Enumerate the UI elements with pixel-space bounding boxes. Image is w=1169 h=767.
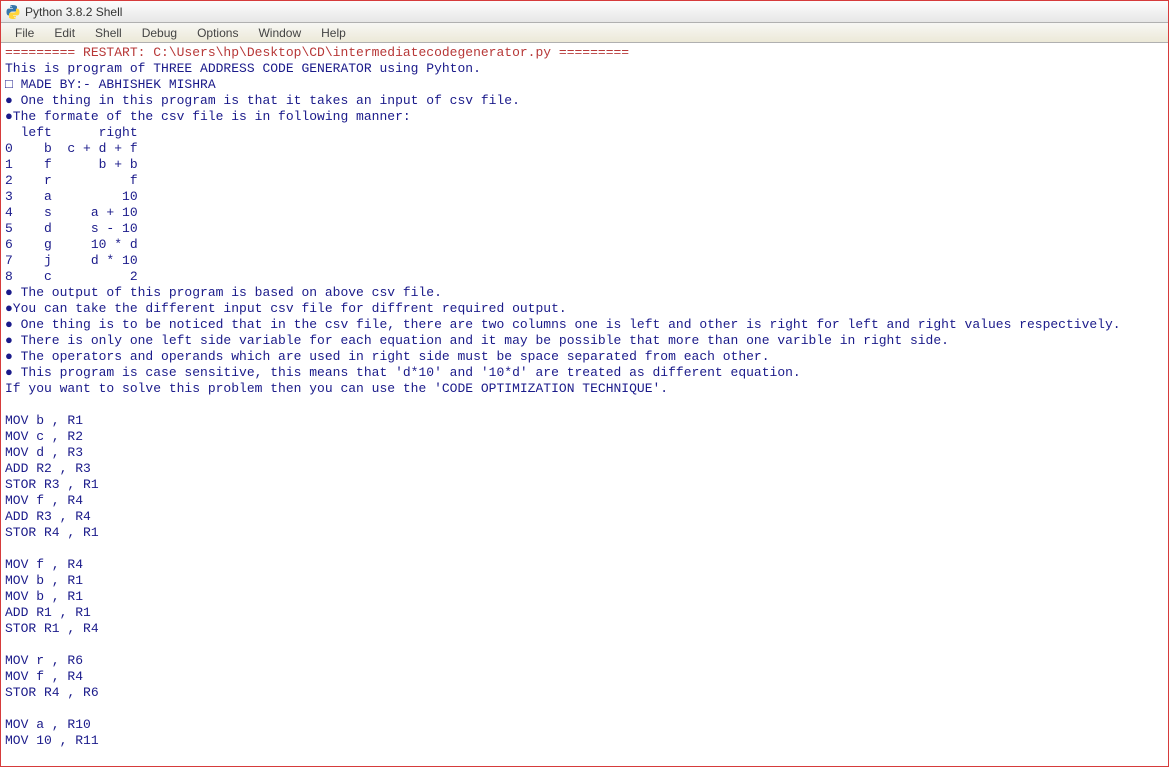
- window-titlebar: Python 3.8.2 Shell: [1, 1, 1168, 23]
- menubar: File Edit Shell Debug Options Window Hel…: [1, 23, 1168, 43]
- menu-file[interactable]: File: [5, 24, 44, 42]
- menu-edit[interactable]: Edit: [44, 24, 85, 42]
- menu-debug[interactable]: Debug: [132, 24, 187, 42]
- shell-output[interactable]: ========= RESTART: C:\Users\hp\Desktop\C…: [1, 43, 1168, 766]
- restart-line: ========= RESTART: C:\Users\hp\Desktop\C…: [5, 45, 629, 60]
- menu-help[interactable]: Help: [311, 24, 356, 42]
- output-body: This is program of THREE ADDRESS CODE GE…: [5, 61, 1121, 748]
- menu-options[interactable]: Options: [187, 24, 248, 42]
- menu-shell[interactable]: Shell: [85, 24, 132, 42]
- menu-window[interactable]: Window: [248, 24, 311, 42]
- window-title: Python 3.8.2 Shell: [25, 5, 122, 19]
- python-icon: [5, 4, 21, 20]
